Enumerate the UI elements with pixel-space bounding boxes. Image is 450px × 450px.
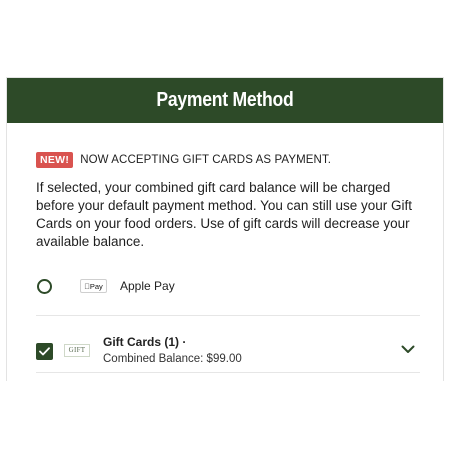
option-divider <box>36 315 420 316</box>
gift-card-notice: NEW! NOW ACCEPTING GIFT CARDS AS PAYMENT… <box>36 152 331 168</box>
expand-gift-cards-button[interactable] <box>400 342 416 356</box>
gift-cards-checkbox[interactable] <box>36 342 53 360</box>
new-badge: NEW! <box>36 152 74 168</box>
gift-card-logo: GIFT <box>64 343 90 357</box>
gift-cards-option[interactable]: GIFT Gift Cards (1) · Combined Balance: … <box>36 330 416 370</box>
gift-cards-text: Gift Cards (1) · Combined Balance: $99.0… <box>103 335 242 365</box>
gift-cards-title: Gift Cards (1) · <box>103 335 187 349</box>
apple-pay-radio[interactable] <box>37 278 52 294</box>
gift-cards-balance: Combined Balance: $99.00 <box>103 353 242 365</box>
modal-title: Payment Method <box>156 89 294 111</box>
checkmark-icon <box>39 346 50 355</box>
gift-card-description: If selected, your combined gift card bal… <box>36 180 412 249</box>
payment-method-modal: Payment Method NEW! NOW ACCEPTING GIFT C… <box>6 77 444 381</box>
notice-text: NOW ACCEPTING GIFT CARDS AS PAYMENT. <box>80 154 332 166</box>
apple-pay-option[interactable]: Pay Apple Pay <box>36 271 416 301</box>
apple-pay-logo: Pay <box>80 279 107 293</box>
apple-pay-label: Apple Pay <box>120 279 175 293</box>
modal-header: Payment Method <box>7 78 443 123</box>
option-divider <box>36 372 420 373</box>
chevron-down-icon <box>401 345 415 353</box>
